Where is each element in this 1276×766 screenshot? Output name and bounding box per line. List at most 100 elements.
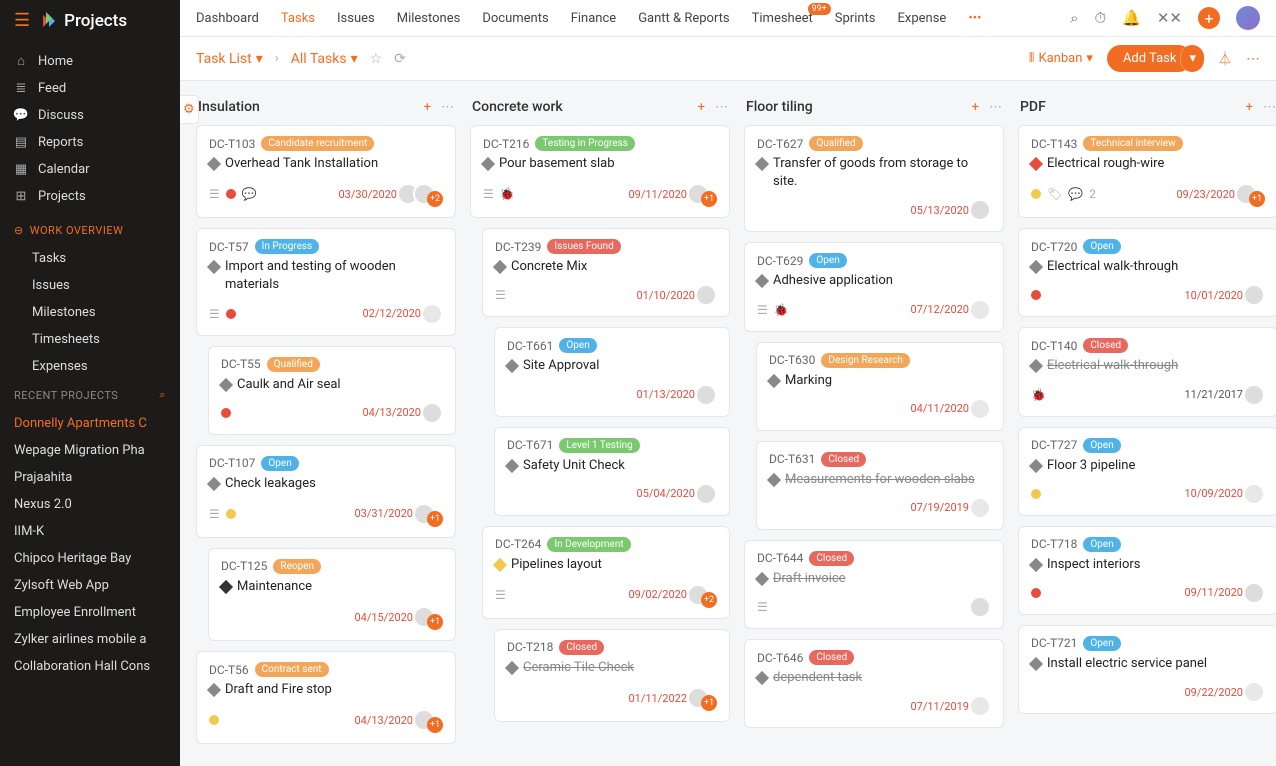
breadcrumb-root[interactable]: Task List ▾: [196, 51, 263, 67]
assignee-avatar[interactable]: [969, 596, 991, 618]
assignee-avatar[interactable]: [969, 695, 991, 717]
task-card[interactable]: DC-T671Level 1 TestingSafety Unit Check0…: [494, 427, 730, 516]
task-card[interactable]: DC-T55QualifiedCaulk and Air seal04/13/2…: [208, 346, 456, 435]
refresh-icon[interactable]: ⟳: [394, 51, 406, 67]
topnav-milestones[interactable]: Milestones: [397, 11, 461, 26]
task-card[interactable]: DC-T264In DevelopmentPipelines layout☰09…: [482, 526, 730, 619]
task-card[interactable]: DC-T140ClosedElectrical walk-through🐞11/…: [1018, 327, 1276, 416]
assignee-more-badge[interactable]: +1: [701, 695, 717, 711]
task-card[interactable]: DC-T107OpenCheck leakages☰03/31/2020+1: [196, 445, 456, 538]
task-card[interactable]: DC-T718OpenInspect interiors09/11/2020: [1018, 526, 1276, 615]
task-card[interactable]: DC-T630Design ResearchMarking04/11/2020: [756, 342, 1004, 431]
tools-icon[interactable]: ✕✕: [1157, 9, 1182, 27]
project-item[interactable]: Donnelly Apartments C: [0, 410, 180, 437]
hamburger-icon[interactable]: ☰: [14, 10, 30, 31]
assignee-avatar[interactable]: [1243, 384, 1265, 406]
project-item[interactable]: Zylker airlines mobile a: [0, 626, 180, 653]
project-item[interactable]: Zylsoft Web App: [0, 572, 180, 599]
assignee-avatar[interactable]: [969, 299, 991, 321]
column-more-icon[interactable]: ⋯: [989, 100, 1002, 115]
project-item[interactable]: Chipco Heritage Bay: [0, 545, 180, 572]
project-item[interactable]: Collaboration Hall Cons: [0, 653, 180, 680]
task-card[interactable]: DC-T646Closeddependent task07/11/2019: [744, 639, 1004, 728]
column-more-icon[interactable]: ⋯: [441, 100, 454, 115]
task-card[interactable]: DC-T644ClosedDraft invoice☰: [744, 540, 1004, 629]
topnav-expense[interactable]: Expense: [898, 11, 947, 26]
assignee-avatar[interactable]: [695, 284, 717, 306]
topnav-ganttreports[interactable]: Gantt & Reports: [638, 11, 729, 26]
assignee-avatar[interactable]: [1243, 284, 1265, 306]
work-overview-header[interactable]: ⊖WORK OVERVIEW: [0, 216, 180, 245]
topnav-more-icon[interactable]: •••: [968, 11, 981, 26]
project-item[interactable]: Wepage Migration Pha: [0, 437, 180, 464]
filter-icon[interactable]: ⏃: [1218, 49, 1232, 69]
project-item[interactable]: IIM-K: [0, 518, 180, 545]
assignee-avatar[interactable]: [695, 483, 717, 505]
task-card[interactable]: DC-T720OpenElectrical walk-through10/01/…: [1018, 228, 1276, 317]
breadcrumb-current[interactable]: All Tasks ▾: [291, 51, 358, 67]
nav-calendar[interactable]: ▦Calendar: [0, 156, 180, 183]
assignee-avatar[interactable]: [695, 384, 717, 406]
nav-projects[interactable]: ⊞Projects: [0, 183, 180, 210]
nav-home[interactable]: ⌂Home: [0, 47, 180, 75]
column-more-icon[interactable]: ⋯: [715, 100, 728, 115]
assignee-more-badge[interactable]: +2: [701, 592, 717, 608]
topnav-sprints[interactable]: Sprints: [835, 11, 876, 26]
topnav-tasks[interactable]: Tasks: [281, 11, 315, 26]
assignee-avatar[interactable]: [421, 303, 443, 325]
overview-milestones[interactable]: Milestones: [0, 299, 180, 326]
add-card-icon[interactable]: +: [1246, 100, 1253, 115]
assignee-more-badge[interactable]: +1: [427, 717, 443, 733]
topnav-documents[interactable]: Documents: [482, 11, 548, 26]
search-icon[interactable]: ⌕: [1070, 9, 1078, 27]
app-logo[interactable]: Projects: [40, 11, 127, 31]
topnav-finance[interactable]: Finance: [571, 11, 616, 26]
assignee-avatar[interactable]: [969, 199, 991, 221]
topnav-timesheet[interactable]: Timesheet99+: [752, 11, 813, 26]
task-card[interactable]: DC-T103Candidate recruitmentOverhead Tan…: [196, 125, 456, 218]
task-card[interactable]: DC-T57In ProgressImport and testing of w…: [196, 228, 456, 335]
task-card[interactable]: DC-T727OpenFloor 3 pipeline10/09/2020: [1018, 427, 1276, 516]
user-avatar[interactable]: [1236, 6, 1260, 30]
more-icon[interactable]: ⋯: [1246, 51, 1260, 67]
assignee-avatar[interactable]: [1243, 582, 1265, 604]
assignee-avatar[interactable]: [421, 402, 443, 424]
assignee-more-badge[interactable]: +1: [427, 511, 443, 527]
add-button[interactable]: +: [1198, 7, 1220, 29]
assignee-avatar[interactable]: [1243, 681, 1265, 703]
project-item[interactable]: Employee Enrollment: [0, 599, 180, 626]
overview-expenses[interactable]: Expenses: [0, 353, 180, 380]
assignee-avatar[interactable]: [969, 398, 991, 420]
add-card-icon[interactable]: +: [972, 100, 979, 115]
project-item[interactable]: Prajaahita: [0, 464, 180, 491]
task-card[interactable]: DC-T661OpenSite Approval01/13/2020: [494, 327, 730, 416]
task-card[interactable]: DC-T216Testing in ProgressPour basement …: [470, 125, 730, 218]
task-card[interactable]: DC-T143Technical interviewElectrical rou…: [1018, 125, 1276, 218]
task-card[interactable]: DC-T125ReopenMaintenance04/15/2020+1: [208, 548, 456, 641]
topnav-issues[interactable]: Issues: [337, 11, 375, 26]
overview-timesheets[interactable]: Timesheets: [0, 326, 180, 353]
topnav-dashboard[interactable]: Dashboard: [196, 11, 259, 26]
nav-discuss[interactable]: 💬Discuss: [0, 102, 180, 129]
overview-tasks[interactable]: Tasks: [0, 245, 180, 272]
task-card[interactable]: DC-T218ClosedCeramic Tile Check01/11/202…: [494, 629, 730, 722]
nav-feed[interactable]: ≣Feed: [0, 75, 180, 102]
nav-reports[interactable]: ▤Reports: [0, 129, 180, 156]
overview-issues[interactable]: Issues: [0, 272, 180, 299]
task-card[interactable]: DC-T721OpenInstall electric service pane…: [1018, 625, 1276, 714]
column-more-icon[interactable]: ⋯: [1263, 100, 1276, 115]
assignee-more-badge[interactable]: +2: [427, 191, 443, 207]
task-card[interactable]: DC-T631ClosedMeasurements for wooden sla…: [756, 441, 1004, 530]
add-task-caret[interactable]: ▾: [1180, 45, 1204, 72]
star-icon[interactable]: ☆: [370, 51, 383, 67]
board-settings-tab[interactable]: ⚙: [180, 95, 199, 124]
assignee-more-badge[interactable]: +1: [427, 614, 443, 630]
search-icon[interactable]: ⌕: [159, 388, 166, 402]
task-card[interactable]: DC-T629OpenAdhesive application☰🐞07/12/2…: [744, 242, 1004, 331]
task-card[interactable]: DC-T239Issues FoundConcrete Mix☰01/10/20…: [482, 228, 730, 317]
assignee-more-badge[interactable]: +1: [701, 191, 717, 207]
assignee-avatar[interactable]: [969, 497, 991, 519]
add-card-icon[interactable]: +: [698, 100, 705, 115]
assignee-more-badge[interactable]: +1: [1249, 191, 1265, 207]
view-selector[interactable]: ⦀ Kanban ▾: [1029, 51, 1093, 66]
